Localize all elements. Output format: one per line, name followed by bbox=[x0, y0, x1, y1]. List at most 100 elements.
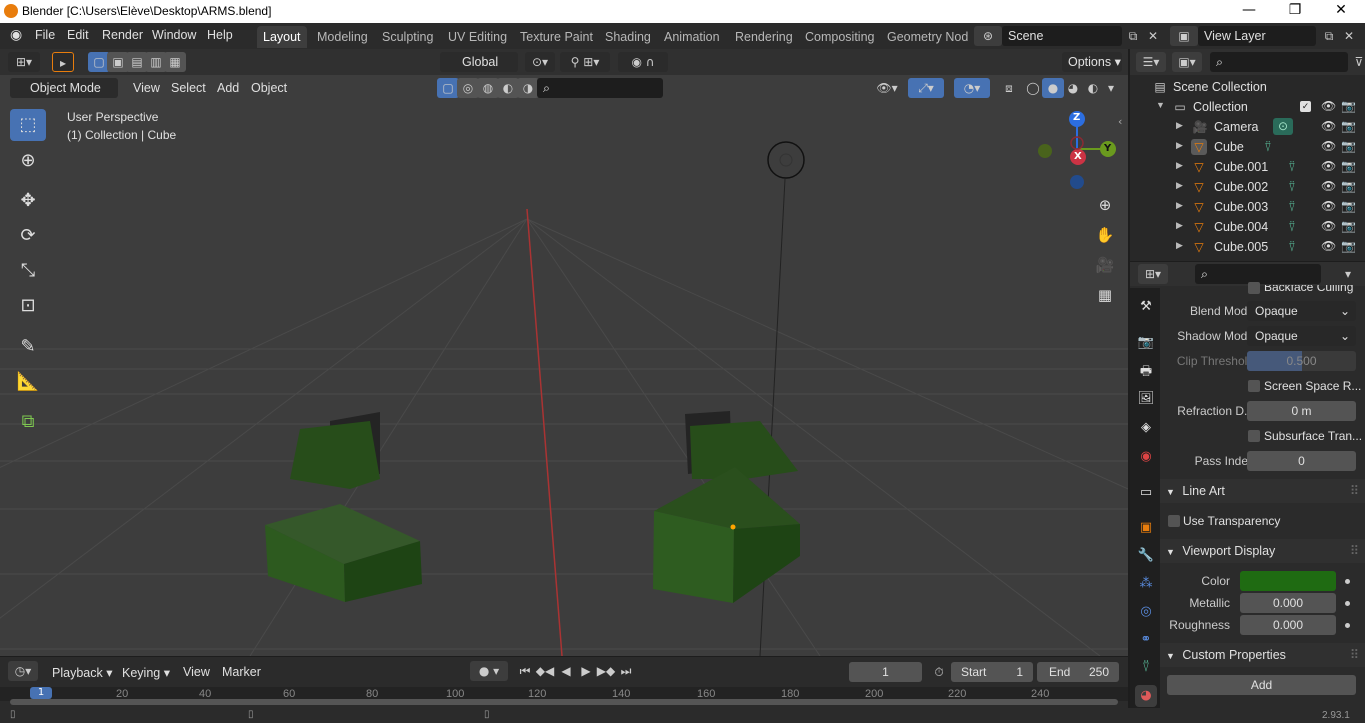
use-transparency-checkbox[interactable] bbox=[1168, 515, 1180, 527]
minimize-button[interactable]: — bbox=[1226, 0, 1272, 23]
render-camera-icon[interactable]: 📷 bbox=[1341, 179, 1356, 193]
properties-editor[interactable]: ⊞▾ ⌕ ▾ ⚒ 📷 🖶 🖼 ◈ ◉ ▭ ▣ 🔧 ⁂ ◎ ⚭ ⍢ ◕ Backf… bbox=[1130, 262, 1365, 723]
mesh-data-icon[interactable]: ⍢ bbox=[1284, 219, 1300, 235]
line-art-panel-header[interactable]: ▼ Line Art ⠿ bbox=[1160, 479, 1365, 503]
cursor-tool-icon[interactable]: ⊕ bbox=[10, 145, 46, 177]
outliner-filter-icon[interactable]: ⊽ bbox=[1348, 52, 1365, 72]
render-camera-icon[interactable]: 📷 bbox=[1341, 159, 1356, 173]
tab-texture-paint[interactable]: Texture Paint bbox=[514, 26, 599, 48]
camera-view-icon[interactable]: 🎥 bbox=[1092, 252, 1118, 278]
timeline-menu-view[interactable]: View bbox=[183, 665, 210, 679]
visibility-eye-icon[interactable]: 👁 bbox=[1321, 219, 1336, 233]
start-frame-field[interactable]: Start 1 bbox=[951, 662, 1033, 682]
auto-keying-icon[interactable]: ● ▾ bbox=[470, 661, 508, 681]
tab-sculpting[interactable]: Sculpting bbox=[376, 26, 439, 48]
output-tab-icon[interactable]: 🖶 bbox=[1135, 361, 1157, 383]
tab-geometry-nodes[interactable]: Geometry Nod bbox=[881, 26, 974, 48]
outliner-row-collection[interactable]: ▼ ▭ Collection ✓ 👁 📷 bbox=[1130, 97, 1365, 117]
subsurface-translucency-checkbox[interactable] bbox=[1248, 430, 1260, 442]
outliner-row-cube-002[interactable]: ▶ ▽ Cube.002 ⍢ 👁 📷 bbox=[1130, 177, 1365, 197]
physics-tab-icon[interactable]: ◎ bbox=[1135, 601, 1157, 623]
outliner-row-cube-004[interactable]: ▶ ▽ Cube.004 ⍢ 👁 📷 bbox=[1130, 217, 1365, 237]
visibility-eye-icon[interactable]: 👁 bbox=[1321, 179, 1336, 193]
render-camera-icon[interactable]: 📷 bbox=[1341, 119, 1356, 133]
tab-animation[interactable]: Animation bbox=[658, 26, 726, 48]
menu-file[interactable]: File bbox=[35, 28, 55, 42]
outliner-row-scene-collection[interactable]: ▤ Scene Collection bbox=[1130, 77, 1365, 97]
drag-handle-icon[interactable]: ⠿ bbox=[1350, 643, 1359, 667]
camera-data-icon[interactable]: ⊙ bbox=[1273, 118, 1293, 135]
visibility-eye-icon[interactable]: 👁 bbox=[1321, 139, 1336, 153]
visibility-eye-icon[interactable]: 👁 bbox=[1321, 199, 1336, 213]
display-mode-icon[interactable]: ▣▾ bbox=[1172, 52, 1202, 72]
expand-arrow-icon[interactable]: ▶ bbox=[1176, 220, 1183, 231]
tab-uv-editing[interactable]: UV Editing bbox=[442, 26, 513, 48]
collection-tab-icon[interactable]: ▭ bbox=[1135, 482, 1157, 504]
scene-name-field[interactable]: Scene bbox=[1002, 26, 1122, 46]
menu-help[interactable]: Help bbox=[207, 28, 233, 42]
add-cube-tool-icon[interactable]: ⧉ bbox=[10, 406, 46, 438]
properties-editor-icon[interactable]: ⊞▾ bbox=[1138, 264, 1168, 284]
visibility-eye-icon[interactable]: 👁 bbox=[1321, 99, 1336, 113]
playhead[interactable]: 1 bbox=[30, 687, 52, 699]
move-tool-icon[interactable]: ✥ bbox=[10, 185, 46, 217]
mesh-data-icon[interactable]: ⍢ bbox=[1284, 179, 1300, 195]
blend-mode-dropdown[interactable]: Opaque ⌄ bbox=[1247, 301, 1356, 321]
material-tab-icon[interactable]: ◕ bbox=[1135, 685, 1157, 707]
timeline-editor-icon[interactable]: ◷▾ bbox=[8, 661, 38, 681]
menu-window[interactable]: Window bbox=[152, 28, 196, 42]
timeline-menu-playback[interactable]: Playback ▾ bbox=[52, 665, 112, 680]
maximize-button[interactable]: ❐ bbox=[1272, 0, 1318, 23]
mesh-data-icon[interactable]: ⍢ bbox=[1284, 239, 1300, 255]
zoom-icon[interactable]: ⊕ bbox=[1092, 192, 1118, 218]
tab-shading[interactable]: Shading bbox=[599, 26, 657, 48]
select-tool-icon[interactable]: ⬚ bbox=[10, 109, 46, 141]
keyframe-dot-icon[interactable] bbox=[1345, 601, 1350, 606]
data-tab-icon[interactable]: ⍢ bbox=[1135, 657, 1157, 679]
shadow-mode-dropdown[interactable]: Opaque ⌄ bbox=[1247, 326, 1356, 346]
visibility-eye-icon[interactable]: 👁 bbox=[1321, 119, 1336, 133]
tool-tab-icon[interactable]: ⚒ bbox=[1135, 296, 1157, 318]
timeline-menu-marker[interactable]: Marker bbox=[222, 665, 261, 679]
rotate-tool-icon[interactable]: ⟳ bbox=[10, 220, 46, 252]
scene-tab-icon[interactable]: ◈ bbox=[1135, 417, 1157, 439]
visibility-eye-icon[interactable]: 👁 bbox=[1321, 239, 1336, 253]
constraints-tab-icon[interactable]: ⚭ bbox=[1135, 629, 1157, 651]
roughness-field[interactable]: 0.000 bbox=[1240, 615, 1336, 635]
remove-view-layer-icon[interactable]: ✕ bbox=[1338, 26, 1360, 46]
mesh-data-icon[interactable]: ⍢ bbox=[1284, 159, 1300, 175]
tab-compositing[interactable]: Compositing bbox=[799, 26, 880, 48]
jump-keyframe-forward-icon[interactable]: ▶◆ bbox=[595, 661, 617, 681]
color-swatch[interactable] bbox=[1240, 571, 1336, 591]
screen-space-refraction-checkbox[interactable] bbox=[1248, 380, 1260, 392]
drag-handle-icon[interactable]: ⠿ bbox=[1350, 539, 1359, 563]
scale-tool-icon[interactable]: ⤡ bbox=[10, 255, 46, 287]
measure-tool-icon[interactable]: 📐 bbox=[10, 366, 46, 398]
jump-start-icon[interactable]: ⏮ bbox=[514, 661, 536, 681]
render-tab-icon[interactable]: 📷 bbox=[1135, 332, 1157, 354]
outliner-row-cube-005[interactable]: ▶ ▽ Cube.005 ⍢ 👁 📷 bbox=[1130, 237, 1365, 257]
drag-handle-icon[interactable]: ⠿ bbox=[1350, 479, 1359, 503]
outliner-row-cube-003[interactable]: ▶ ▽ Cube.003 ⍢ 👁 📷 bbox=[1130, 197, 1365, 217]
render-camera-icon[interactable]: 📷 bbox=[1341, 219, 1356, 233]
timeline-scrollbar[interactable] bbox=[10, 699, 1118, 705]
viewport-display-panel-header[interactable]: ▼ Viewport Display ⠿ bbox=[1160, 539, 1365, 563]
custom-properties-panel-header[interactable]: ▼ Custom Properties ⠿ bbox=[1160, 643, 1365, 667]
backface-culling-checkbox[interactable] bbox=[1248, 282, 1260, 294]
remove-scene-icon[interactable]: ✕ bbox=[1142, 26, 1164, 46]
new-view-layer-icon[interactable]: ⧉ bbox=[1318, 26, 1340, 46]
blender-menu-icon[interactable]: ◉ bbox=[10, 27, 22, 43]
render-camera-icon[interactable]: 📷 bbox=[1341, 99, 1356, 113]
properties-options-icon[interactable]: ▾ bbox=[1337, 264, 1359, 284]
keyframe-dot-icon[interactable] bbox=[1345, 623, 1350, 628]
render-camera-icon[interactable]: 📷 bbox=[1341, 199, 1356, 213]
metallic-field[interactable]: 0.000 bbox=[1240, 593, 1336, 613]
render-camera-icon[interactable]: 📷 bbox=[1341, 139, 1356, 153]
modifier-tab-icon[interactable]: 🔧 bbox=[1135, 545, 1157, 567]
keyframe-dot-icon[interactable] bbox=[1345, 579, 1350, 584]
perspective-toggle-icon[interactable]: ▦ bbox=[1092, 282, 1118, 308]
collapse-arrow-icon[interactable]: ▼ bbox=[1156, 100, 1165, 110]
mesh-data-icon[interactable]: ⍢ bbox=[1284, 199, 1300, 215]
3d-viewport[interactable]: ⊞▾ ▸ ▢ ▣ ▤ ▥ ▦ Global ⊙▾ ⚲ ⊞▾ ◉ ∩ Option… bbox=[0, 49, 1128, 656]
outliner-row-camera[interactable]: ▶ 🎥 Camera ⊙ 👁 📷 bbox=[1130, 117, 1365, 137]
